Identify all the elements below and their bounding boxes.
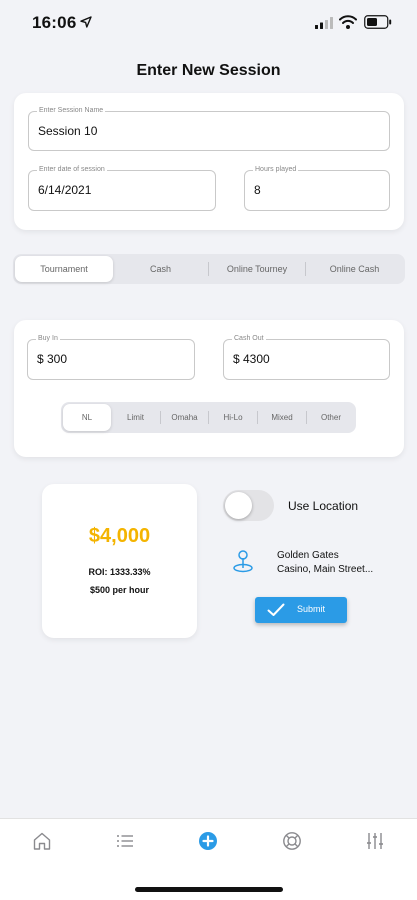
hours-played-label: Hours played xyxy=(253,165,299,175)
toggle-knob xyxy=(225,492,252,519)
location-name-line1: Golden Gates xyxy=(277,550,339,561)
submit-button[interactable]: Submit xyxy=(255,597,347,623)
hours-played-field[interactable]: Hours played 8 xyxy=(244,165,390,211)
location-name-line2: Casino, Main Street... xyxy=(277,564,374,575)
cash-out-label: Cash Out xyxy=(232,334,266,344)
status-bar: 16:06 xyxy=(0,0,417,48)
cash-out-value: $ 4300 xyxy=(233,352,270,366)
location-arrow-icon xyxy=(80,16,92,28)
session-date-field[interactable]: Enter date of session 6/14/2021 xyxy=(28,165,216,211)
segment-online-tourney[interactable]: Online Tourney xyxy=(209,254,305,284)
session-name-value: Session 10 xyxy=(38,124,98,138)
session-date-value: 6/14/2021 xyxy=(38,183,92,197)
segment-other[interactable]: Other xyxy=(307,402,355,433)
segment-mixed[interactable]: Mixed xyxy=(258,402,306,433)
use-location-toggle[interactable] xyxy=(223,490,274,521)
cash-out-field[interactable]: Cash Out $ 4300 xyxy=(223,334,390,380)
buy-in-value: $ 300 xyxy=(37,352,68,366)
segment-hi-lo[interactable]: Hi-Lo xyxy=(209,402,257,433)
session-name-label: Enter Session Name xyxy=(37,106,106,116)
session-date-label: Enter date of session xyxy=(37,165,107,175)
list-icon[interactable] xyxy=(115,831,135,851)
settings-sliders-icon[interactable] xyxy=(365,831,385,851)
segment-tournament[interactable]: Tournament xyxy=(15,256,113,282)
game-type-segmented-control: NL Limit Omaha Hi-Lo Mixed Other xyxy=(61,402,356,433)
buy-in-label: Buy In xyxy=(36,334,60,344)
home-indicator xyxy=(135,887,283,892)
result-card xyxy=(42,484,197,638)
page-title: Enter New Session xyxy=(136,62,281,79)
home-icon[interactable] xyxy=(32,831,52,851)
signal-icon xyxy=(315,17,333,29)
segment-nl[interactable]: NL xyxy=(63,404,111,431)
map-pin-icon xyxy=(233,550,253,573)
segment-cash[interactable]: Cash xyxy=(113,254,208,284)
buy-in-field[interactable]: Buy In $ 300 xyxy=(27,334,195,380)
segment-limit[interactable]: Limit xyxy=(111,402,160,433)
bottom-tab-bar xyxy=(0,818,417,900)
battery-icon xyxy=(364,15,392,29)
profit-amount: $4,000 xyxy=(88,525,151,547)
session-details-card: Enter Session Name Session 10 Enter date… xyxy=(14,93,404,230)
session-type-segmented-control: Tournament Cash Online Tourney Online Ca… xyxy=(13,254,405,284)
check-icon xyxy=(267,603,285,616)
hours-played-value: 8 xyxy=(254,183,261,197)
wifi-icon xyxy=(339,15,357,29)
buyin-cashout-card: Buy In $ 300 Cash Out $ 4300 xyxy=(14,320,404,457)
session-name-field[interactable]: Enter Session Name Session 10 xyxy=(28,106,390,151)
status-time: 16:06 xyxy=(32,13,77,32)
segment-online-cash[interactable]: Online Cash xyxy=(306,254,403,284)
add-session-icon[interactable] xyxy=(198,831,218,851)
use-location-label: Use Location xyxy=(288,499,359,513)
roi-text: ROI: 1333.33% xyxy=(88,567,151,577)
submit-label: Submit xyxy=(297,604,326,614)
hourly-rate-text: $500 per hour xyxy=(89,585,150,595)
segment-omaha[interactable]: Omaha xyxy=(161,402,208,433)
lifebuoy-icon[interactable] xyxy=(282,831,302,851)
